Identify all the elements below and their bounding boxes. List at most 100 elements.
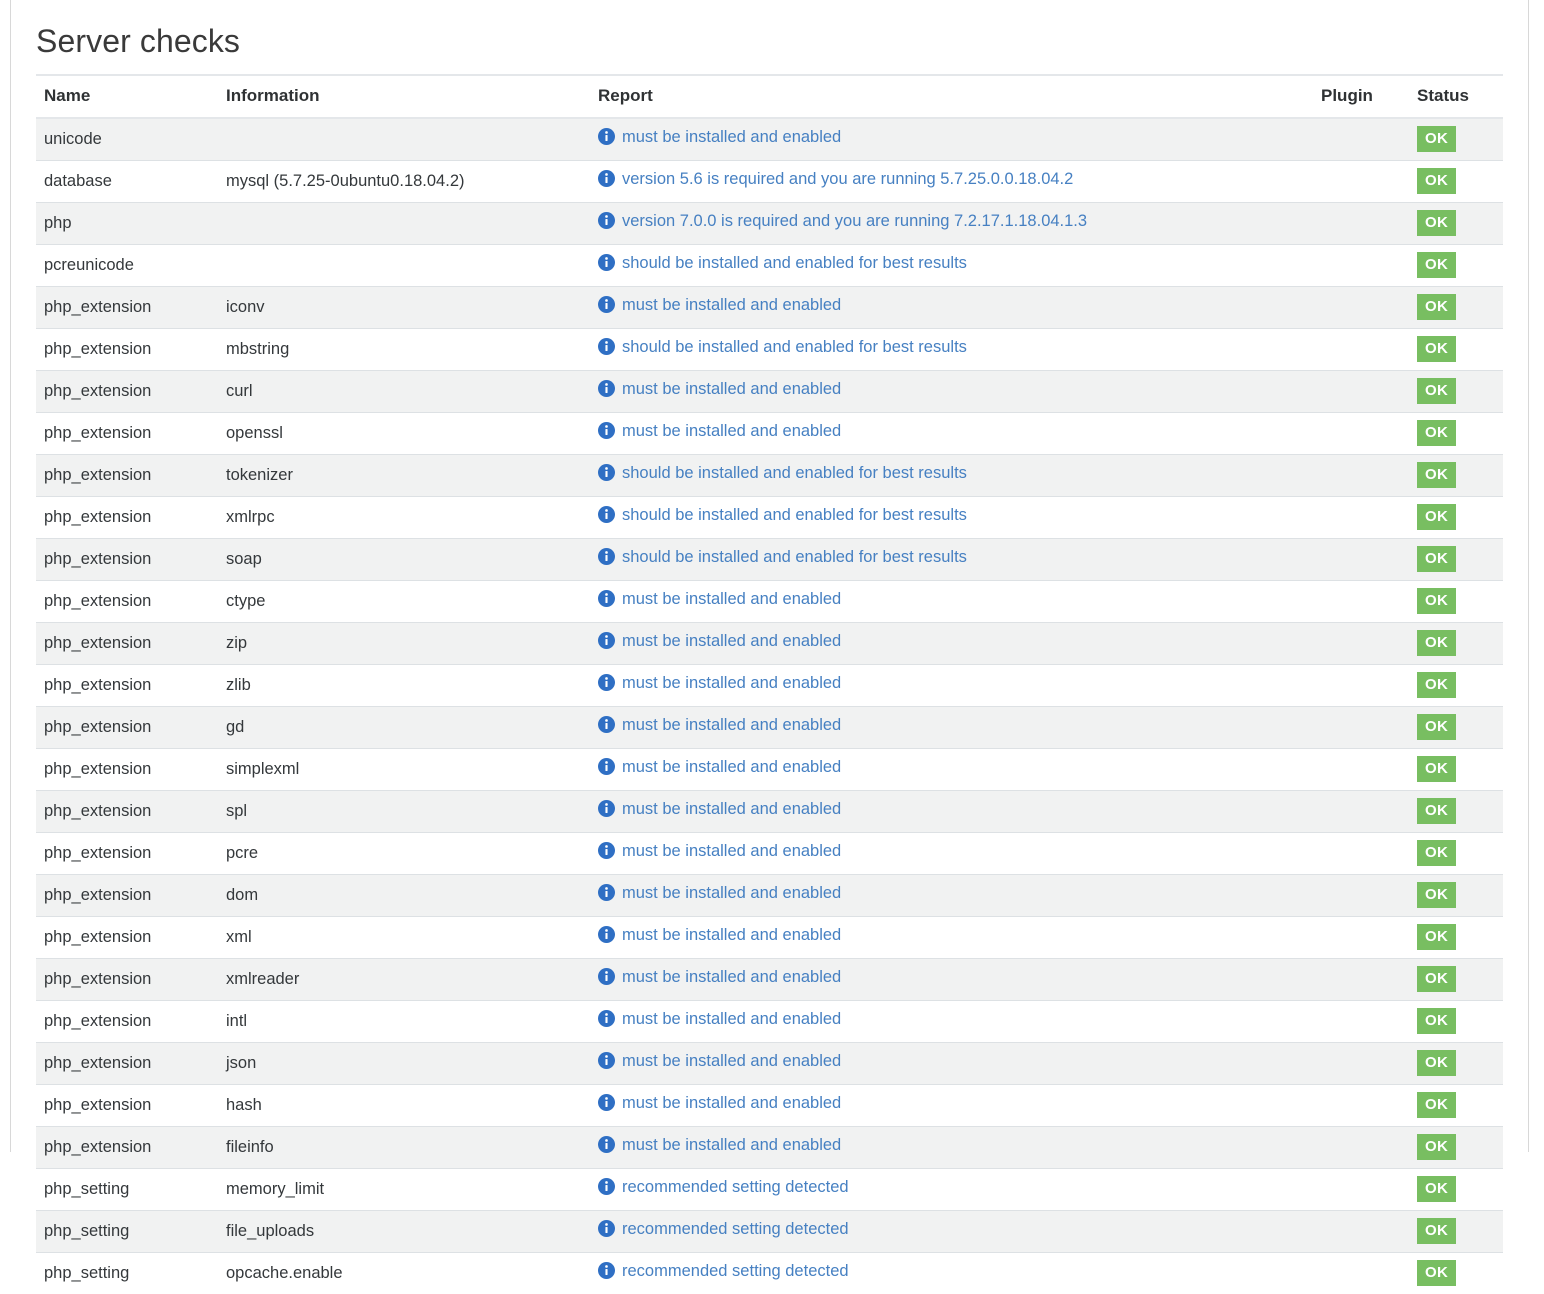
- cell-name: php_extension: [36, 917, 218, 959]
- cell-status: OK: [1409, 161, 1503, 203]
- cell-report: must be installed and enabled: [590, 875, 1313, 917]
- status-badge: OK: [1417, 1218, 1456, 1244]
- column-header-report: Report: [590, 75, 1313, 118]
- report-link[interactable]: must be installed and enabled: [622, 716, 841, 734]
- table-row: php_extensiondommust be installed and en…: [36, 875, 1503, 917]
- cell-information: curl: [218, 371, 590, 413]
- info-circle-icon: [598, 842, 615, 865]
- info-circle-icon: [598, 380, 615, 403]
- cell-plugin: [1313, 1001, 1409, 1043]
- status-badge: OK: [1417, 588, 1456, 614]
- report-link[interactable]: must be installed and enabled: [622, 968, 841, 986]
- table-row: php_extensiongdmust be installed and ena…: [36, 707, 1503, 749]
- cell-information: memory_limit: [218, 1169, 590, 1211]
- cell-plugin: [1313, 1211, 1409, 1253]
- report-link[interactable]: should be installed and enabled for best…: [622, 464, 967, 482]
- report-link[interactable]: recommended setting detected: [622, 1220, 849, 1238]
- cell-plugin: [1313, 371, 1409, 413]
- report-link[interactable]: must be installed and enabled: [622, 842, 841, 860]
- cell-report: should be installed and enabled for best…: [590, 455, 1313, 497]
- cell-status: OK: [1409, 287, 1503, 329]
- report-link[interactable]: must be installed and enabled: [622, 632, 841, 650]
- cell-status: OK: [1409, 329, 1503, 371]
- cell-report: must be installed and enabled: [590, 1085, 1313, 1127]
- cell-information: spl: [218, 791, 590, 833]
- cell-name: php_extension: [36, 413, 218, 455]
- cell-report: version 7.0.0 is required and you are ru…: [590, 203, 1313, 245]
- page-border-right: [1528, 0, 1529, 1152]
- report-link[interactable]: must be installed and enabled: [622, 380, 841, 398]
- report-link[interactable]: must be installed and enabled: [622, 1136, 841, 1154]
- cell-name: php_extension: [36, 287, 218, 329]
- table-row: php_extensiontokenizershould be installe…: [36, 455, 1503, 497]
- cell-plugin: [1313, 497, 1409, 539]
- cell-status: OK: [1409, 1001, 1503, 1043]
- table-row: php_extensionmbstringshould be installed…: [36, 329, 1503, 371]
- cell-status: OK: [1409, 203, 1503, 245]
- table-row: phpversion 7.0.0 is required and you are…: [36, 203, 1503, 245]
- report-link[interactable]: must be installed and enabled: [622, 800, 841, 818]
- status-badge: OK: [1417, 504, 1456, 530]
- table-row: php_extensionsplmust be installed and en…: [36, 791, 1503, 833]
- info-circle-icon: [598, 170, 615, 193]
- status-badge: OK: [1417, 672, 1456, 698]
- cell-name: pcreunicode: [36, 245, 218, 287]
- cell-information: zlib: [218, 665, 590, 707]
- report-link[interactable]: version 5.6 is required and you are runn…: [622, 170, 1073, 188]
- cell-plugin: [1313, 917, 1409, 959]
- cell-information: simplexml: [218, 749, 590, 791]
- cell-report: must be installed and enabled: [590, 413, 1313, 455]
- cell-status: OK: [1409, 1043, 1503, 1085]
- info-circle-icon: [598, 548, 615, 571]
- status-badge: OK: [1417, 714, 1456, 740]
- cell-status: OK: [1409, 581, 1503, 623]
- cell-report: must be installed and enabled: [590, 665, 1313, 707]
- report-link[interactable]: must be installed and enabled: [622, 1052, 841, 1070]
- cell-status: OK: [1409, 749, 1503, 791]
- info-circle-icon: [598, 674, 615, 697]
- cell-report: must be installed and enabled: [590, 749, 1313, 791]
- report-link[interactable]: must be installed and enabled: [622, 422, 841, 440]
- status-badge: OK: [1417, 168, 1456, 194]
- cell-plugin: [1313, 161, 1409, 203]
- column-header-information: Information: [218, 75, 590, 118]
- cell-plugin: [1313, 413, 1409, 455]
- status-badge: OK: [1417, 1134, 1456, 1160]
- report-link[interactable]: must be installed and enabled: [622, 758, 841, 776]
- report-link[interactable]: should be installed and enabled for best…: [622, 338, 967, 356]
- cell-report: must be installed and enabled: [590, 707, 1313, 749]
- table-row: php_extensionjsonmust be installed and e…: [36, 1043, 1503, 1085]
- report-link[interactable]: recommended setting detected: [622, 1178, 849, 1196]
- cell-report: must be installed and enabled: [590, 833, 1313, 875]
- cell-report: must be installed and enabled: [590, 118, 1313, 161]
- report-link[interactable]: must be installed and enabled: [622, 128, 841, 146]
- cell-name: php_extension: [36, 371, 218, 413]
- status-badge: OK: [1417, 126, 1456, 152]
- cell-name: php_setting: [36, 1253, 218, 1294]
- report-link[interactable]: recommended setting detected: [622, 1262, 849, 1280]
- cell-name: php_extension: [36, 539, 218, 581]
- info-circle-icon: [598, 926, 615, 949]
- status-badge: OK: [1417, 840, 1456, 866]
- report-link[interactable]: must be installed and enabled: [622, 884, 841, 902]
- report-link[interactable]: should be installed and enabled for best…: [622, 254, 967, 272]
- report-link[interactable]: must be installed and enabled: [622, 926, 841, 944]
- cell-status: OK: [1409, 1085, 1503, 1127]
- cell-information: soap: [218, 539, 590, 581]
- report-link[interactable]: must be installed and enabled: [622, 296, 841, 314]
- report-link[interactable]: must be installed and enabled: [622, 590, 841, 608]
- report-link[interactable]: should be installed and enabled for best…: [622, 548, 967, 566]
- status-badge: OK: [1417, 1260, 1456, 1286]
- report-link[interactable]: must be installed and enabled: [622, 674, 841, 692]
- report-link[interactable]: should be installed and enabled for best…: [622, 506, 967, 524]
- table-row: php_extensioniconvmust be installed and …: [36, 287, 1503, 329]
- cell-status: OK: [1409, 539, 1503, 581]
- report-link[interactable]: must be installed and enabled: [622, 1094, 841, 1112]
- cell-report: should be installed and enabled for best…: [590, 245, 1313, 287]
- table-row: php_extensionopensslmust be installed an…: [36, 413, 1503, 455]
- status-badge: OK: [1417, 1008, 1456, 1034]
- report-link[interactable]: must be installed and enabled: [622, 1010, 841, 1028]
- info-circle-icon: [598, 254, 615, 277]
- cell-report: should be installed and enabled for best…: [590, 539, 1313, 581]
- report-link[interactable]: version 7.0.0 is required and you are ru…: [622, 212, 1087, 230]
